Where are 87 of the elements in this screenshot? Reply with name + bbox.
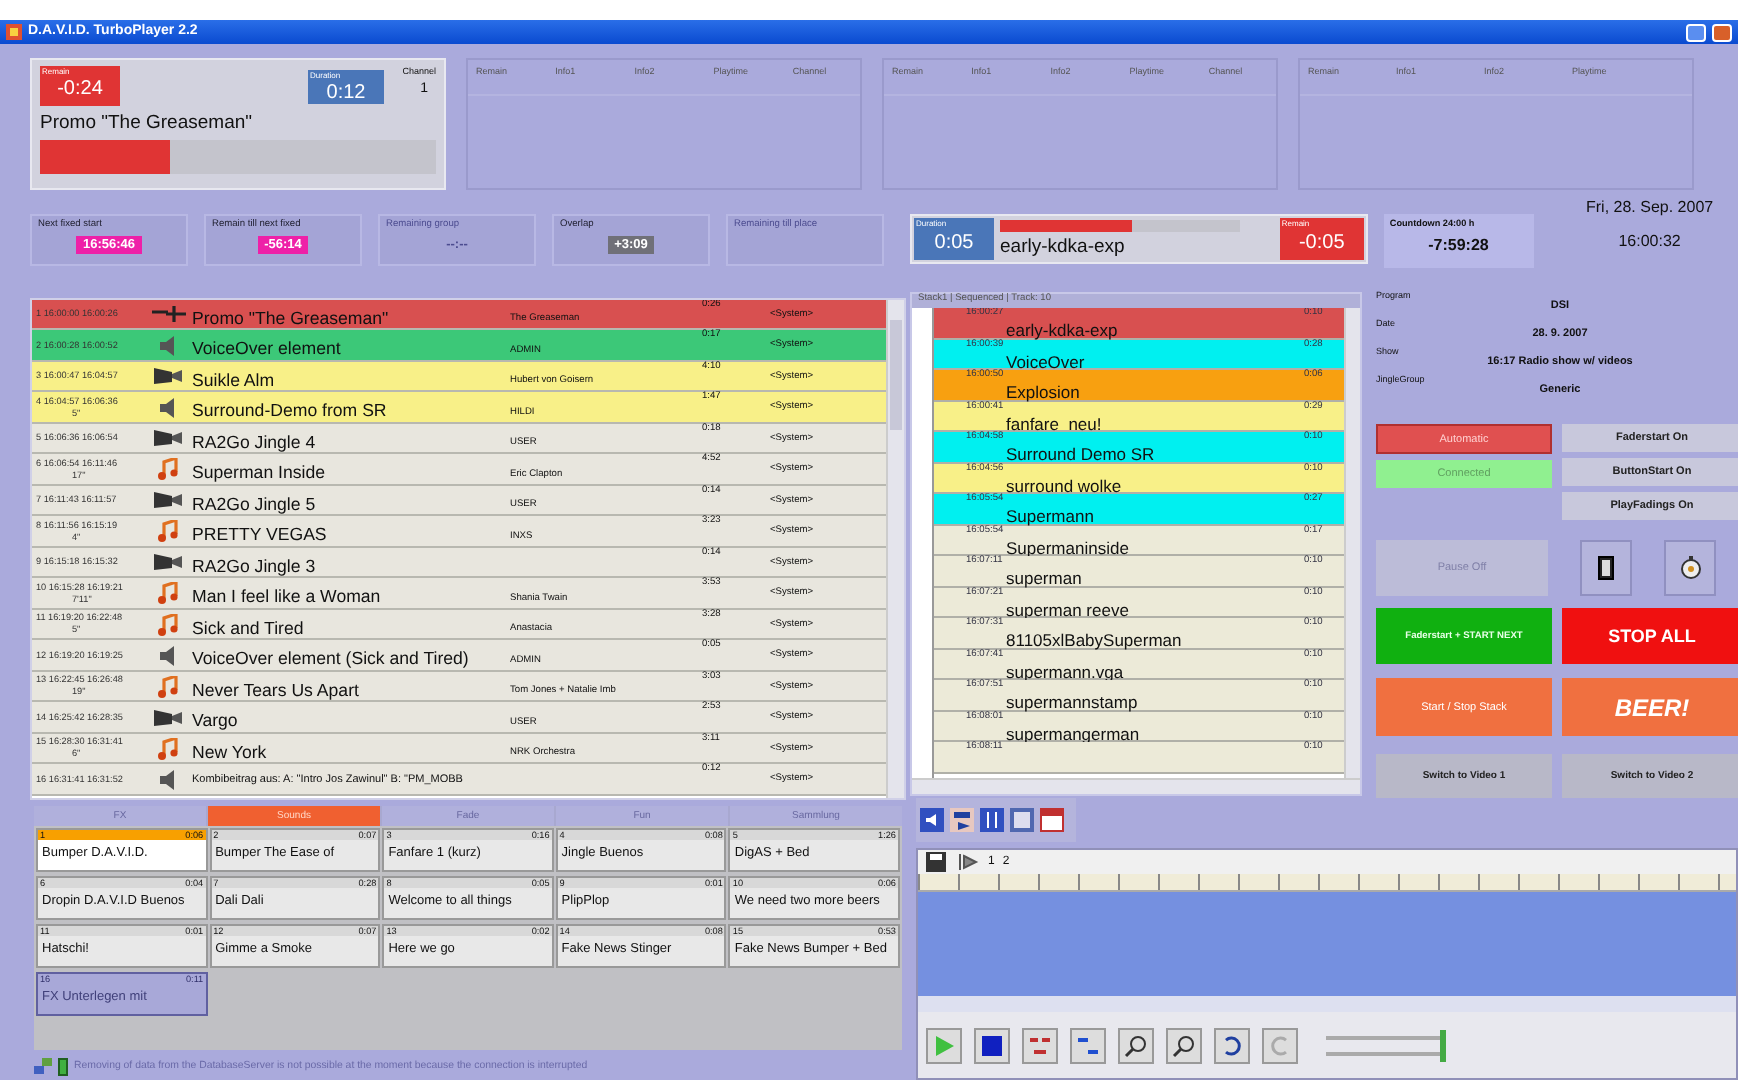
slider-thumb[interactable] <box>1440 1045 1446 1061</box>
fade-button[interactable] <box>1070 1027 1106 1063</box>
scrollbar[interactable] <box>912 778 1360 794</box>
split-icon <box>1028 1033 1052 1057</box>
music-note-icon <box>158 737 178 760</box>
cassette-button[interactable] <box>1580 540 1632 596</box>
track-title: supermannstamp <box>1006 690 1140 712</box>
stop-button[interactable]: STOP ALL <box>1562 608 1738 664</box>
track-title: Supermaninside <box>1006 535 1131 557</box>
track-title: Explosion <box>1006 380 1082 402</box>
speaker-icon <box>158 397 178 418</box>
speaker-icon[interactable] <box>920 808 944 832</box>
camera-icon <box>154 366 182 387</box>
speaker-icon <box>158 769 178 790</box>
speaker-icon <box>158 335 178 356</box>
undo-button[interactable] <box>1214 1027 1250 1063</box>
track-title: surround wolke <box>1006 473 1124 495</box>
track-title: Man I feel like a Woman <box>192 584 383 607</box>
stop-button[interactable] <box>974 1027 1010 1063</box>
stop-icon <box>980 1033 1004 1057</box>
scrollbar[interactable] <box>918 996 1736 1012</box>
music-note-icon <box>158 675 178 698</box>
track-title: early-kdka-exp <box>1000 236 1127 258</box>
page-icon[interactable] <box>1010 808 1034 832</box>
music-note-icon <box>158 582 178 605</box>
undo-icon <box>1220 1033 1244 1057</box>
scrollbar[interactable] <box>886 299 904 798</box>
track-title: Never Tears Us Apart <box>192 677 361 700</box>
split-button[interactable] <box>1022 1027 1058 1063</box>
track-title: superman <box>1006 566 1084 588</box>
countdown-value: -7:59:28 <box>1428 236 1489 254</box>
zoom-in-button[interactable] <box>1118 1027 1154 1063</box>
fade-icon <box>1076 1033 1100 1057</box>
track-title: early-kdka-exp <box>1006 318 1120 340</box>
music-note-icon <box>158 458 178 481</box>
calendar-icon[interactable] <box>1040 808 1064 832</box>
cross-icon <box>150 304 186 325</box>
play-list-icon[interactable] <box>950 808 974 832</box>
camera-icon <box>154 707 182 728</box>
track-title: Vargo <box>192 708 240 731</box>
camera-icon <box>154 490 182 511</box>
track-title: RA2Go Jingle 5 <box>192 491 318 514</box>
track-title: New York <box>192 739 269 762</box>
track-title: RA2Go Jingle 4 <box>192 429 318 452</box>
timer-button[interactable] <box>1664 540 1716 596</box>
restore-button[interactable] <box>1686 23 1706 41</box>
slider-thumb[interactable] <box>1440 1029 1446 1045</box>
columns-icon[interactable] <box>980 808 1004 832</box>
track-title: PRETTY VEGAS <box>192 522 329 545</box>
camera-icon <box>154 552 182 573</box>
battery-icon <box>58 1057 68 1076</box>
track-title: Suikle Alm <box>192 367 277 390</box>
save-icon[interactable] <box>924 850 948 874</box>
zoom-out-icon <box>1172 1033 1196 1057</box>
speaker-icon <box>158 645 178 666</box>
track-title: Surround Demo SR <box>1006 442 1157 464</box>
track-title: Superman Inside <box>192 460 328 483</box>
app-icon <box>6 24 22 40</box>
cassette-icon <box>1598 556 1614 580</box>
track-title: 81105xlBabySuperman <box>1006 628 1184 650</box>
track-title: fanfare_neu! <box>1006 411 1104 433</box>
track-title: Supermann <box>1006 504 1096 526</box>
track-title: supermangerman <box>1006 721 1142 743</box>
track-title: VoiceOver <box>1006 349 1087 371</box>
zoom-in-icon <box>1124 1033 1148 1057</box>
timer-icon <box>1679 556 1701 580</box>
track-title: Sick and Tired <box>192 615 306 638</box>
zoom-out-button[interactable] <box>1166 1027 1202 1063</box>
camera-icon <box>154 428 182 449</box>
clock-date: Fri, 28. Sep. 2007 <box>1586 198 1714 216</box>
track-title: Promo "The Greaseman" <box>40 112 255 134</box>
track-title: RA2Go Jingle 3 <box>192 553 318 576</box>
track-title: VoiceOver element (Sick and Tired) <box>192 646 471 669</box>
redo-icon <box>1268 1033 1292 1057</box>
play-icon <box>932 1033 956 1057</box>
play-marker-icon[interactable] <box>956 850 980 874</box>
network-icon <box>34 1057 52 1076</box>
clock-time: 16:00:32 <box>1618 232 1681 250</box>
scrollbar[interactable] <box>1344 308 1360 778</box>
close-button[interactable] <box>1712 23 1732 41</box>
track-title: Surround-Demo from SR <box>192 398 389 421</box>
music-note-icon <box>158 520 178 543</box>
track-title: supermann.vga <box>1006 659 1126 681</box>
track-title: VoiceOver element <box>192 336 343 359</box>
track-title: Promo "The Greaseman" <box>192 305 391 328</box>
music-note-icon <box>158 613 178 636</box>
track-title: superman reeve <box>1006 597 1131 619</box>
